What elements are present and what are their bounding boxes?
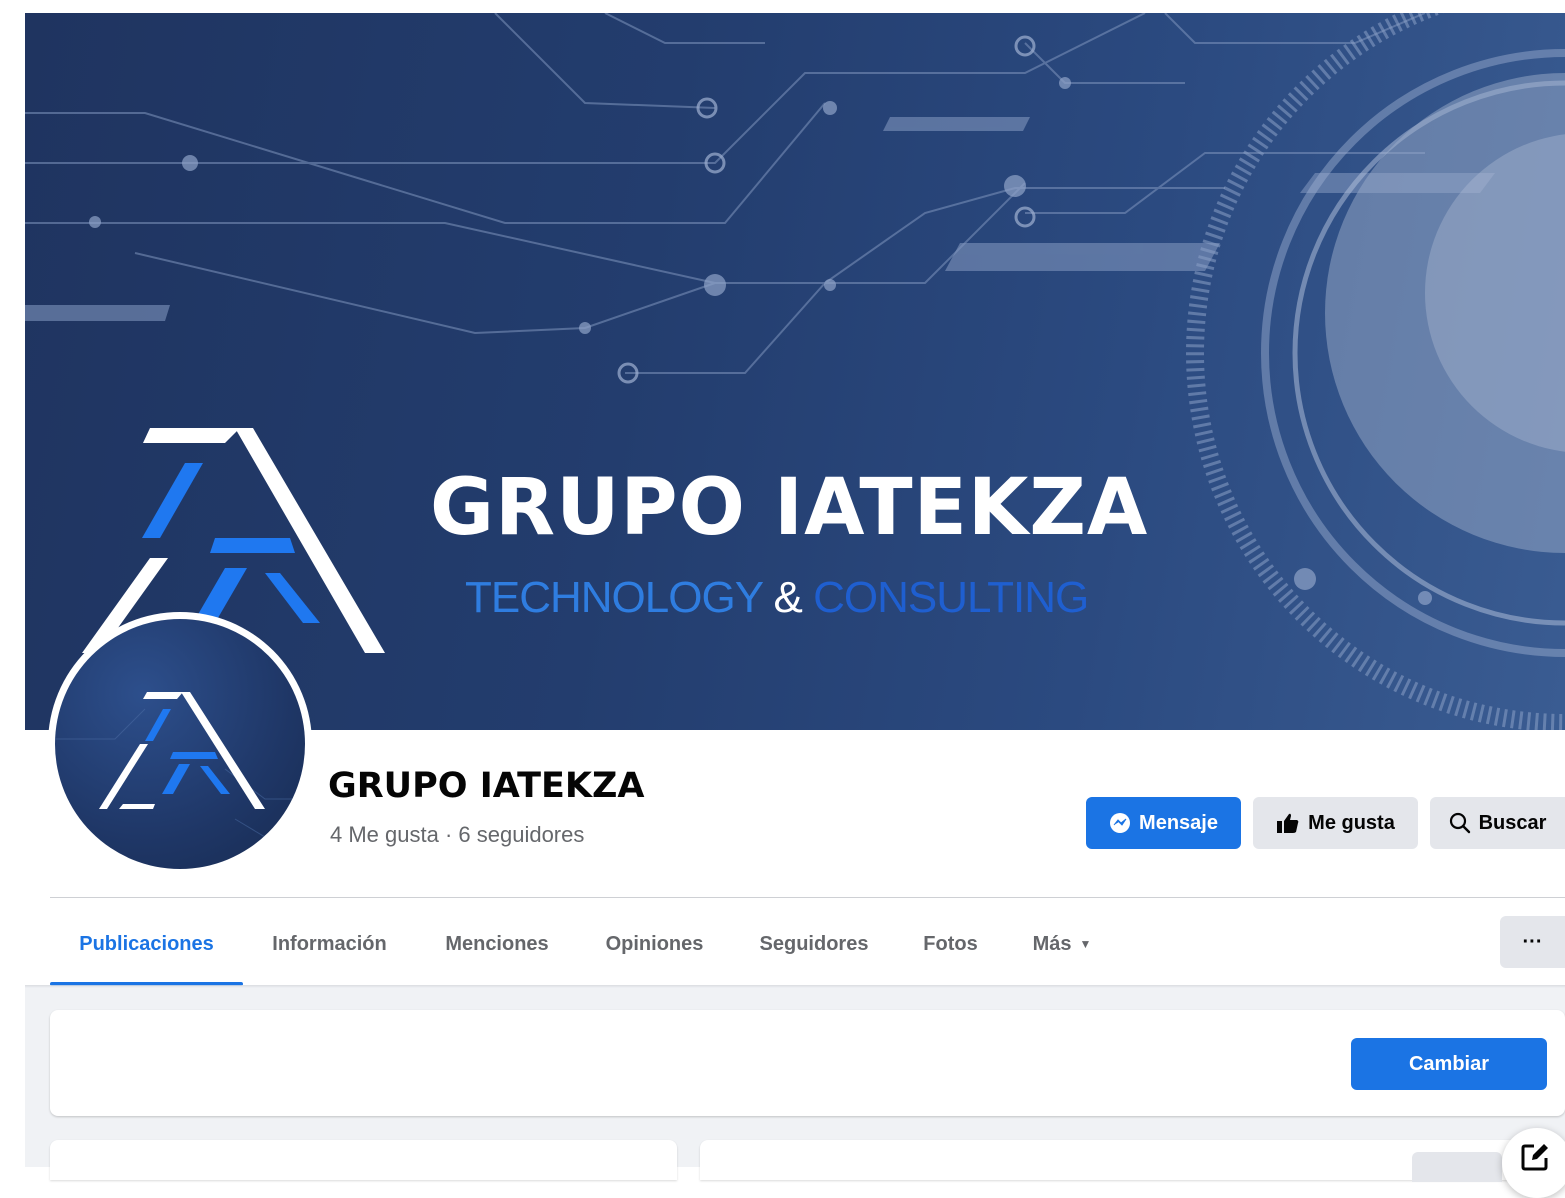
tab-label: Más [1032,932,1072,955]
page-stats[interactable]: 4 Me gusta · 6 seguidores [330,822,584,848]
info-card [50,1010,1565,1116]
cover-photo[interactable]: GRUPO IATEKZA TECHNOLOGY & CONSULTING [25,13,1565,730]
tab-fotos[interactable]: Fotos [897,905,1004,983]
tab-label: Fotos [923,932,978,955]
search-icon [1449,812,1471,834]
cover-subtitle-consulting: CONSULTING [813,573,1089,622]
header-divider [50,897,1565,898]
cover-subtitle: TECHNOLOGY & CONSULTING [465,573,1089,623]
tab-label: Publicaciones [79,932,214,955]
change-button[interactable]: Cambiar [1351,1038,1547,1090]
tab-label: Información [272,932,387,955]
cover-title: GRUPO IATEKZA [430,463,1149,553]
tab-opiniones[interactable]: Opiniones [578,905,731,983]
cover-subtitle-ampersand: & [773,573,802,622]
cover-logo [82,428,385,653]
tab-label: Seguidores [759,932,869,955]
like-button-label: Me gusta [1308,811,1395,834]
tab-informacion[interactable]: Información [243,905,416,983]
message-button[interactable]: Mensaje [1086,797,1241,849]
avatar-image [55,619,305,869]
tab-menciones[interactable]: Menciones [416,905,578,983]
messenger-icon [1109,812,1131,834]
tab-label: Menciones [445,932,549,955]
header-shadow [25,985,1565,988]
search-button[interactable]: Buscar [1430,797,1565,849]
search-button-label: Buscar [1478,811,1547,834]
tab-mas[interactable]: Más ▼ [1004,905,1120,983]
tab-label: Opiniones [605,932,704,955]
left-card [50,1140,677,1180]
new-message-button[interactable] [1502,1128,1565,1198]
thumbs-up-icon [1276,812,1300,834]
tab-publicaciones[interactable]: Publicaciones [50,905,243,983]
more-options-button[interactable]: ··· [1500,916,1565,968]
tab-seguidores[interactable]: Seguidores [731,905,897,983]
compose-icon [1521,1144,1548,1171]
message-button-label: Mensaje [1139,811,1218,834]
avatar-logo [55,692,305,850]
cover-subtitle-technology: TECHNOLOGY [465,573,763,622]
right-card-button[interactable] [1412,1152,1502,1182]
like-button[interactable]: Me gusta [1253,797,1418,849]
page-title: GRUPO IATEKZA [328,766,645,806]
profile-avatar[interactable] [48,612,312,876]
caret-down-icon: ▼ [1079,937,1092,951]
